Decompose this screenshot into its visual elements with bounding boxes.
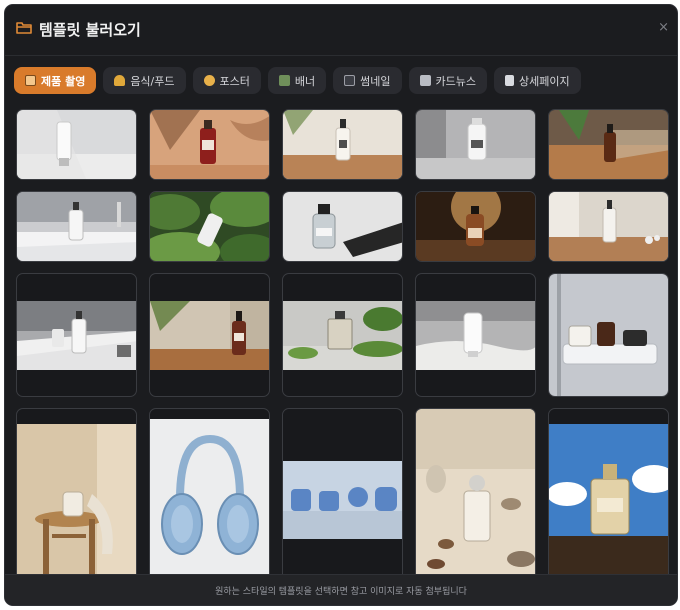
template-card-blue-headphones[interactable] bbox=[149, 408, 270, 579]
modal-title: 템플릿 불러오기 bbox=[16, 19, 141, 40]
template-card-jars-on-shower-shelf[interactable] bbox=[548, 273, 669, 397]
banner-icon bbox=[278, 75, 290, 86]
footer-hint-text: 원하는 스타일의 템플릿을 선택하면 참고 이미지로 자동 첨부됩니다 bbox=[215, 586, 467, 597]
tab-product-photo[interactable]: 제품 촬영 bbox=[14, 67, 97, 94]
template-card-serum-with-pebbles[interactable] bbox=[415, 408, 536, 579]
template-card-white-bottle-grey-backdrop[interactable] bbox=[415, 109, 536, 180]
template-card-amber-bottle-sunset-glow[interactable] bbox=[415, 191, 536, 262]
template-grid bbox=[16, 109, 676, 579]
tab-food[interactable]: 음식/푸드 bbox=[103, 67, 186, 94]
photo-icon bbox=[25, 75, 36, 86]
template-card-mug-on-wooden-stool[interactable] bbox=[16, 408, 137, 579]
food-icon bbox=[114, 75, 126, 86]
tab-label: 썸네일 bbox=[360, 74, 391, 88]
close-button[interactable]: × bbox=[658, 20, 669, 35]
card-news-icon bbox=[419, 75, 431, 86]
folder-icon bbox=[16, 21, 32, 39]
tab-label: 제품 촬영 bbox=[41, 74, 86, 88]
tab-thumbnail[interactable]: 썸네일 bbox=[333, 67, 402, 94]
template-card-blue-devices-row[interactable] bbox=[282, 408, 403, 579]
template-card-bottles-counter-shadow[interactable] bbox=[16, 273, 137, 397]
template-card-white-bottle-monstera-leaves[interactable] bbox=[149, 191, 270, 262]
tab-banner[interactable]: 배너 bbox=[267, 67, 327, 94]
tab-label: 음식/푸드 bbox=[130, 74, 175, 88]
template-card-pump-bottle-wood-table[interactable] bbox=[282, 109, 403, 180]
tab-label: 포스터 bbox=[219, 74, 250, 88]
modal-header: 템플릿 불러오기 × bbox=[5, 5, 677, 56]
template-modal: 템플릿 불러오기 × 제품 촬영 음식/푸드 포스터 배너 썸네일 카드뉴스 상… bbox=[4, 4, 678, 606]
template-card-bottle-bathroom-sink[interactable] bbox=[16, 191, 137, 262]
template-card-white-tube-sand[interactable] bbox=[415, 273, 536, 397]
palette-icon bbox=[203, 75, 215, 86]
tab-card-news[interactable]: 카드뉴스 bbox=[408, 67, 487, 94]
close-icon[interactable]: × bbox=[658, 20, 669, 35]
template-card-amber-pump-leaf-shadow[interactable] bbox=[149, 273, 270, 397]
template-card-serum-bottle-peach-shadow[interactable] bbox=[149, 109, 270, 180]
template-card-white-tube-on-white[interactable] bbox=[16, 109, 137, 180]
tab-poster[interactable]: 포스터 bbox=[192, 67, 261, 94]
page-icon bbox=[504, 75, 514, 86]
tab-label: 카드뉴스 bbox=[435, 74, 476, 88]
template-card-amber-bottle-window-leaves[interactable] bbox=[548, 109, 669, 180]
tab-detail-page[interactable]: 상세페이지 bbox=[493, 67, 581, 94]
template-card-pump-bottle-windowsill[interactable] bbox=[548, 191, 669, 262]
thumbnail-icon bbox=[344, 75, 356, 86]
tab-label: 배너 bbox=[294, 74, 316, 88]
modal-footer: 원하는 스타일의 템플릿을 선택하면 참고 이미지로 자동 첨부됩니다 bbox=[5, 574, 677, 605]
modal-title-text: 템플릿 불러오기 bbox=[39, 21, 141, 39]
template-card-perfume-blue-sky[interactable] bbox=[548, 408, 669, 579]
template-card-perfume-with-plant[interactable] bbox=[282, 273, 403, 397]
category-tabs: 제품 촬영 음식/푸드 포스터 배너 썸네일 카드뉴스 상세페이지 bbox=[14, 67, 581, 94]
tab-label: 상세페이지 bbox=[518, 74, 570, 88]
template-card-glass-bottle-hard-shadow[interactable] bbox=[282, 191, 403, 262]
